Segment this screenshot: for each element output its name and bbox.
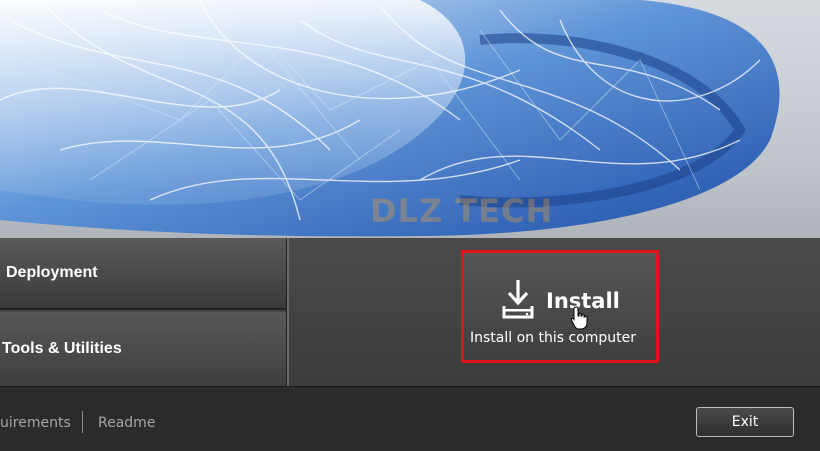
watermark-text: DLZ TECH (370, 192, 554, 230)
install-subtitle: Install on this computer (470, 330, 636, 346)
exit-button-label: Exit (731, 414, 759, 430)
exit-button[interactable]: Exit (696, 407, 794, 437)
hero-banner: DLZ TECH (0, 0, 820, 238)
footer-bar: uirements Readme Exit (0, 386, 820, 451)
hand-cursor-icon (570, 306, 588, 330)
nav-tools-utilities[interactable]: Tools & Utilities (0, 312, 286, 386)
footer-separator (82, 411, 83, 433)
install-button[interactable]: Install Install on this computer (461, 250, 659, 363)
nav-deployment-label: Deployment (6, 264, 98, 281)
readme-link[interactable]: Readme (98, 415, 155, 431)
download-icon (502, 280, 534, 319)
main-panel: Deployment Tools & Utilities (0, 238, 820, 386)
nav-deployment[interactable]: Deployment (0, 238, 286, 310)
system-requirements-link[interactable]: uirements (0, 415, 71, 431)
nav-tools-label: Tools & Utilities (2, 340, 122, 357)
